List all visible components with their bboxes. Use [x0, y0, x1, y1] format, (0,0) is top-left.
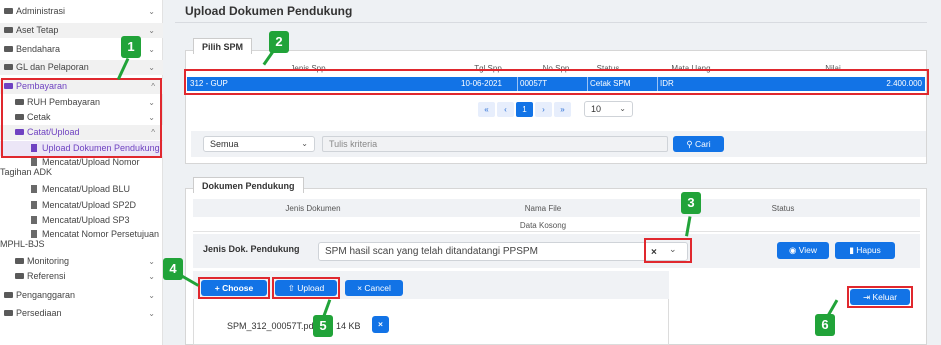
- chevron-down-icon: ⌄: [301, 139, 308, 148]
- annotation-badge-1: 1: [121, 36, 141, 58]
- chevron-down-icon: ⌄: [148, 272, 155, 281]
- sidebar-item-mencatat-blu[interactable]: Mencatat/Upload BLU: [31, 182, 163, 197]
- sidebar-item-label-2: MPHL-BJS: [0, 239, 45, 249]
- chevron-down-icon: ⌄: [148, 291, 155, 300]
- last-page-button[interactable]: »: [554, 102, 571, 117]
- sidebar-item-referensi[interactable]: Referensi ⌄: [15, 269, 163, 284]
- chevron-down-icon: ⌄: [148, 26, 155, 35]
- jenis-dok-label: Jenis Dok. Pendukung: [203, 244, 300, 254]
- annotation-highlight-3: [644, 238, 692, 263]
- sidebar-item-gl-pelaporan[interactable]: GL dan Pelaporan ⌄: [0, 60, 163, 75]
- sidebar-item-label: Referensi: [27, 271, 66, 281]
- chevron-down-icon: ⌄: [148, 257, 155, 266]
- page-1-button[interactable]: 1: [516, 102, 533, 117]
- search-input[interactable]: Tulis kriteria: [322, 136, 668, 152]
- sidebar-item-label: Mencatat Nomor Persetujuan: [42, 229, 160, 239]
- chevron-down-icon: ⌄: [148, 45, 155, 54]
- next-page-button[interactable]: ›: [535, 102, 552, 117]
- column-header-jenis-dokumen: Jenis Dokumen: [285, 204, 341, 213]
- main-content: Upload Dokumen Pendukung Pilih SPM Jenis…: [163, 0, 941, 345]
- chevron-down-icon: ⌄: [148, 309, 155, 318]
- document-icon: [31, 229, 37, 238]
- first-page-button[interactable]: «: [478, 102, 495, 117]
- sidebar-item-label-2: Tagihan ADK: [0, 167, 53, 177]
- sidebar-item-administrasi[interactable]: Administrasi ⌄: [4, 4, 163, 19]
- column-header-status: Status: [771, 204, 795, 213]
- annotation-highlight-6: [847, 286, 913, 308]
- document-icon: [31, 200, 37, 209]
- annotation-badge-3: 3: [681, 192, 701, 214]
- annotation-badge-6: 6: [815, 314, 835, 336]
- sidebar-item-label: Mencatat/Upload Nomor: [42, 157, 140, 167]
- sidebar-item-label: Bendahara: [16, 44, 61, 54]
- sidebar-item-label: Mencatat/Upload BLU: [42, 184, 131, 194]
- sidebar-item-mencatat-persetujuan[interactable]: Mencatat Nomor Persetujuan MPHL-BJS: [0, 229, 163, 251]
- document-icon: [31, 157, 37, 166]
- filter-select[interactable]: Semua ⌄: [203, 136, 315, 152]
- dokumen-pendukung-tab: Dokumen Pendukung: [193, 177, 304, 193]
- divider: [175, 22, 927, 23]
- column-header-nama-file: Nama File: [524, 204, 562, 213]
- eye-icon: ◉: [788, 245, 799, 255]
- folder-icon: [15, 272, 24, 279]
- divider: [193, 231, 920, 232]
- folder-icon: [4, 7, 13, 14]
- folder-icon: [4, 291, 13, 298]
- sidebar-item-label: Monitoring: [27, 256, 70, 266]
- filter-value: Semua: [210, 139, 239, 149]
- hapus-button[interactable]: ▮ Hapus: [835, 242, 895, 259]
- prev-page-button[interactable]: ‹: [497, 102, 514, 117]
- pagination: « ‹ 1 › »: [478, 102, 571, 117]
- document-icon: [31, 215, 37, 224]
- chevron-down-icon: ⌄: [148, 7, 155, 16]
- view-button-label: View: [798, 245, 818, 255]
- folder-icon: [4, 26, 13, 33]
- sidebar-item-mencatat-nomor-tagihan[interactable]: Mencatat/Upload Nomor Tagihan ADK: [0, 157, 163, 179]
- sidebar-item-mencatat-sp2d[interactable]: Mencatat/Upload SP2D: [31, 198, 163, 213]
- annotation-highlight-2: [184, 69, 929, 95]
- jenis-dok-select[interactable]: SPM hasil scan yang telah ditandatangi P…: [318, 242, 688, 261]
- pilih-spm-tab: Pilih SPM: [193, 38, 253, 54]
- sidebar-item-label: Persediaan: [16, 308, 62, 318]
- folder-icon: [4, 45, 13, 52]
- annotation-highlight-5: [272, 277, 340, 299]
- sidebar-item-label: Mencatat/Upload SP2D: [42, 200, 137, 210]
- sidebar-item-mencatat-sp3[interactable]: Mencatat/Upload SP3: [31, 213, 163, 228]
- sidebar-item-label: Penganggaran: [16, 290, 76, 300]
- page-size-value: 10: [591, 104, 602, 114]
- sidebar-item-penganggaran[interactable]: Penganggaran ⌄: [4, 288, 163, 303]
- chevron-down-icon: ⌄: [619, 104, 626, 113]
- search-button-label: Cari: [695, 139, 711, 149]
- file-name: SPM_312_00057T.pdf: [227, 321, 317, 331]
- folder-icon: [4, 63, 13, 70]
- cancel-button-label: Cancel: [364, 283, 391, 293]
- folder-icon: [4, 309, 13, 316]
- annotation-badge-2: 2: [269, 31, 289, 53]
- sidebar: Administrasi ⌄ Aset Tetap ⌄ Bendahara ⌄ GL …: [0, 0, 163, 345]
- hapus-button-label: Hapus: [856, 245, 881, 255]
- cancel-button[interactable]: × Cancel: [345, 280, 403, 296]
- sidebar-item-monitoring[interactable]: Monitoring ⌄: [15, 254, 163, 269]
- sidebar-item-label: Mencatat/Upload SP3: [42, 215, 130, 225]
- sidebar-item-label: Aset Tetap: [16, 25, 59, 35]
- chevron-down-icon: ⌄: [148, 63, 155, 72]
- empty-message: Data Kosong: [519, 221, 567, 230]
- sidebar-item-persediaan[interactable]: Persediaan ⌄: [4, 306, 163, 321]
- sidebar-item-label: GL dan Pelaporan: [16, 62, 89, 72]
- page-title: Upload Dokumen Pendukung: [185, 4, 353, 18]
- page-size-select[interactable]: 10 ⌄: [584, 101, 633, 117]
- document-icon: [31, 184, 37, 193]
- annotation-highlight-4: [198, 277, 270, 299]
- remove-file-button[interactable]: ×: [372, 316, 389, 333]
- sidebar-item-label: Administrasi: [16, 6, 66, 16]
- view-button[interactable]: ◉ View: [777, 242, 829, 259]
- annotation-highlight-1: [1, 78, 162, 158]
- search-icon: ⚲: [686, 139, 695, 149]
- jenis-dok-value: SPM hasil scan yang telah ditandatangi P…: [325, 246, 538, 257]
- file-size: 14 KB: [336, 321, 361, 331]
- search-button[interactable]: ⚲ Cari: [673, 136, 724, 152]
- folder-icon: [15, 257, 24, 264]
